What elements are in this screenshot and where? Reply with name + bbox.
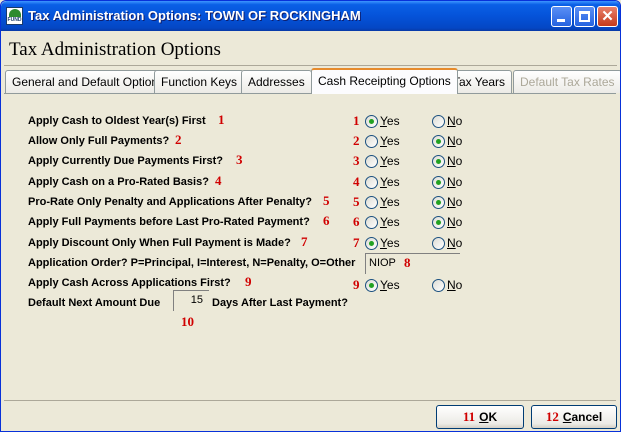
discount-yes-label[interactable]: Yes (380, 236, 400, 250)
apply-across-yes-radio[interactable] (365, 279, 378, 292)
button-bar (4, 400, 616, 430)
callout-number: 5 (323, 193, 330, 208)
full-payments-no-radio[interactable] (432, 135, 445, 148)
option-label-oldest-year: Apply Cash to Oldest Year(s) First (28, 115, 206, 127)
full-before-last-yes-radio[interactable] (365, 216, 378, 229)
callout-number: 7 (301, 234, 308, 249)
option-label-full-payments: Allow Only Full Payments? (28, 135, 170, 147)
apply-across-yes-label[interactable]: Yes (380, 278, 400, 292)
full-before-last-no-radio[interactable] (432, 216, 445, 229)
discount-yes-radio[interactable] (365, 237, 378, 250)
callout-number: 10 (181, 314, 194, 329)
maximize-icon (579, 11, 590, 22)
callout-number: 7 (353, 235, 360, 250)
title-bar[interactable]: FUND Tax Administration Options: TOWN OF… (1, 1, 620, 31)
currently-due-yes-radio[interactable] (365, 155, 378, 168)
main-window: FUND Tax Administration Options: TOWN OF… (0, 0, 621, 432)
currently-due-yes-label[interactable]: Yes (380, 154, 400, 168)
callout-number: 2 (353, 133, 360, 148)
pro-rated-yes-label[interactable]: Yes (380, 175, 400, 189)
cancel-button[interactable]: 12 Cancel (531, 405, 617, 429)
application-order-label: Application Order? P=Principal, I=Intere… (28, 257, 356, 269)
callout-number: 5 (353, 194, 360, 209)
pro-rated-no-radio[interactable] (432, 176, 445, 189)
fund-app-icon: FUND (6, 7, 23, 25)
callout-number: 8 (404, 255, 411, 270)
close-button[interactable]: ✕ (597, 6, 618, 27)
discount-no-label[interactable]: No (447, 236, 462, 250)
default-next-due-label: Default Next Amount Due (28, 297, 161, 309)
close-icon: ✕ (601, 8, 614, 25)
full-payments-yes-radio[interactable] (365, 135, 378, 148)
callout-number: 6 (353, 214, 360, 229)
tab-cash-receipting-options[interactable]: Cash Receipting Options (311, 68, 458, 94)
application-order-input[interactable]: NIOP (366, 254, 404, 274)
option-label-full-before-last: Apply Full Payments before Last Pro-Rate… (28, 216, 310, 228)
oldest-year-yes-label[interactable]: Yes (380, 114, 400, 128)
callout-number: 1 (218, 112, 225, 127)
full-before-last-yes-label[interactable]: Yes (380, 215, 400, 229)
pro-rated-yes-radio[interactable] (365, 176, 378, 189)
callout-number: 1 (353, 113, 360, 128)
callout-number: 2 (175, 132, 182, 147)
full-payments-yes-label[interactable]: Yes (380, 134, 400, 148)
option-label-pro-rate-penalty: Pro-Rate Only Penalty and Applications A… (28, 196, 313, 208)
option-label-discount: Apply Discount Only When Full Payment is… (28, 237, 291, 249)
option-label-currently-due: Apply Currently Due Payments First? (28, 155, 223, 167)
tab-addresses[interactable]: Addresses (241, 70, 312, 93)
callout-number: 3 (353, 153, 360, 168)
window-title: Tax Administration Options: TOWN OF ROCK… (28, 8, 361, 23)
app-icon-label: FUND (7, 17, 22, 23)
pro-rate-penalty-yes-label[interactable]: Yes (380, 195, 400, 209)
full-payments-no-label[interactable]: No (447, 134, 462, 148)
default-days-input[interactable]: 15 (174, 291, 206, 311)
tab-default-tax-rates: Default Tax Rates (513, 70, 620, 93)
apply-across-no-radio[interactable] (432, 279, 445, 292)
minimize-icon (557, 19, 565, 22)
callout-number: 4 (353, 174, 360, 189)
pro-rate-penalty-yes-radio[interactable] (365, 196, 378, 209)
pro-rate-penalty-no-radio[interactable] (432, 196, 445, 209)
currently-due-no-radio[interactable] (432, 155, 445, 168)
callout-number: 9 (353, 277, 360, 292)
pro-rate-penalty-no-label[interactable]: No (447, 195, 462, 209)
currently-due-no-label[interactable]: No (447, 154, 462, 168)
ok-button[interactable]: 11 OK (436, 405, 524, 429)
full-before-last-no-label[interactable]: No (447, 215, 462, 229)
discount-no-radio[interactable] (432, 237, 445, 250)
apply-across-no-label[interactable]: No (447, 278, 462, 292)
maximize-button[interactable] (574, 6, 595, 27)
callout-number: 4 (215, 173, 222, 188)
callout-number: 6 (323, 213, 330, 228)
pro-rated-no-label[interactable]: No (447, 175, 462, 189)
minimize-button[interactable] (551, 6, 572, 27)
default-days-suffix-label: Days After Last Payment? (212, 297, 348, 309)
option-label-pro-rated: Apply Cash on a Pro-Rated Basis? (28, 176, 209, 188)
oldest-year-yes-radio[interactable] (365, 115, 378, 128)
leaf-icon (9, 9, 21, 17)
oldest-year-no-radio[interactable] (432, 115, 445, 128)
callout-number: 3 (236, 152, 243, 167)
callout-number: 9 (245, 274, 252, 289)
tab-general-and-default-options[interactable]: General and Default Options (5, 70, 172, 93)
page-title: Tax Administration Options (9, 39, 221, 60)
oldest-year-no-label[interactable]: No (447, 114, 462, 128)
apply-across-label: Apply Cash Across Applications First? (28, 277, 231, 289)
tab-function-keys[interactable]: Function Keys (154, 70, 245, 93)
